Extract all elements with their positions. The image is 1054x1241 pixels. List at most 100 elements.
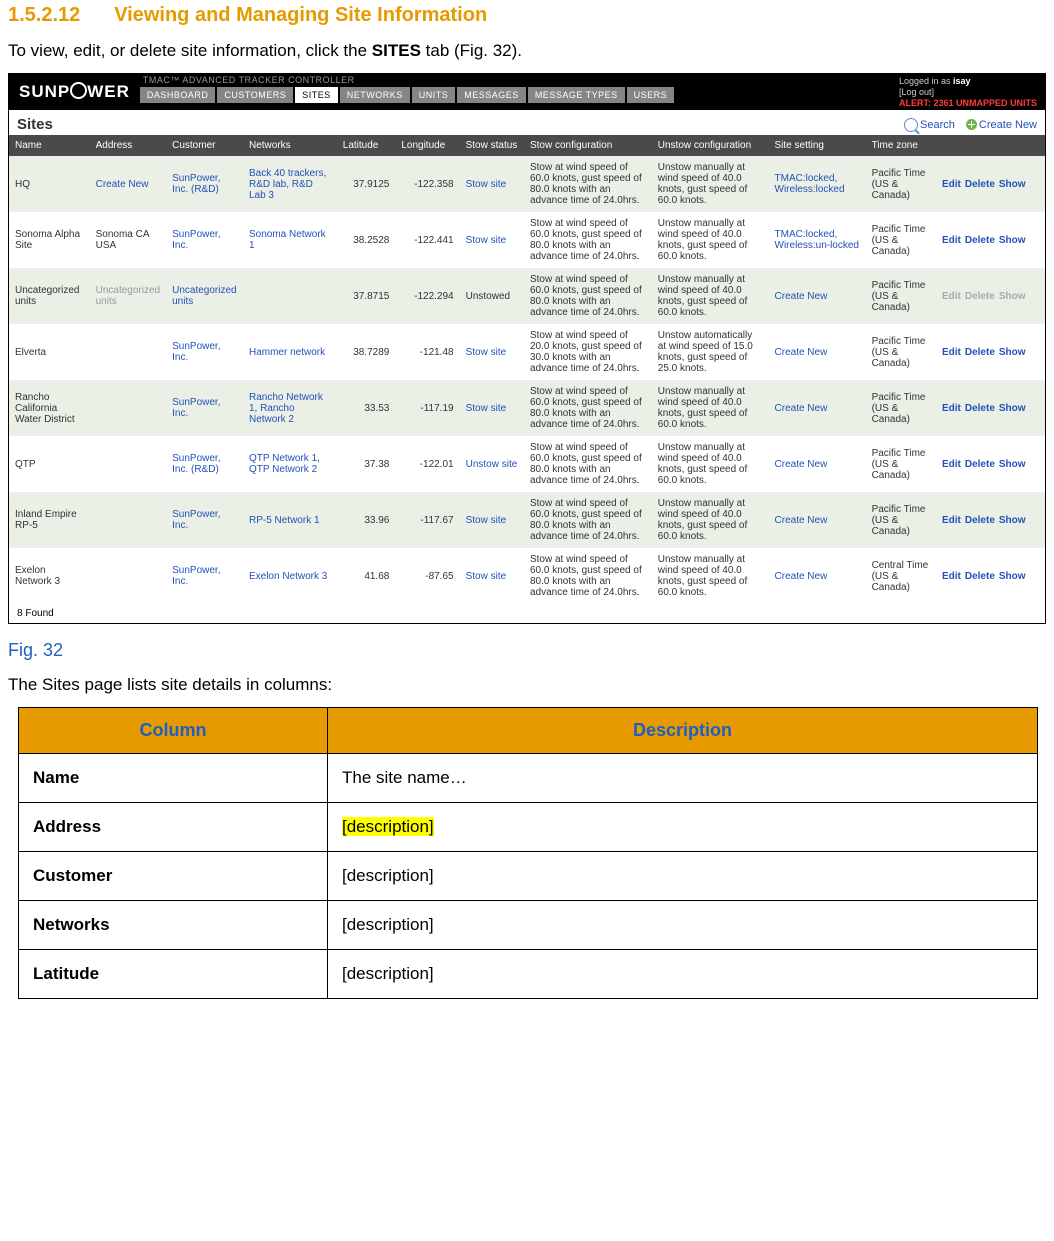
tab-messages[interactable]: MESSAGES bbox=[457, 87, 526, 103]
col-header[interactable]: Address bbox=[90, 135, 166, 156]
cell[interactable]: Create New bbox=[769, 492, 866, 548]
cell[interactable]: Create New bbox=[769, 380, 866, 436]
cell[interactable]: SunPower, Inc. bbox=[166, 324, 243, 380]
brand-logo: SUNPWER bbox=[9, 74, 140, 102]
show-button[interactable]: Show bbox=[999, 403, 1026, 414]
cell[interactable]: Back 40 trackers, R&D lab, R&D Lab 3 bbox=[243, 156, 337, 212]
desc-col-name: Customer bbox=[19, 852, 328, 901]
intro-paragraph: To view, edit, or delete site informatio… bbox=[8, 41, 1046, 61]
edit-button[interactable]: Edit bbox=[942, 347, 961, 358]
cell[interactable]: RP-5 Network 1 bbox=[243, 492, 337, 548]
edit-button[interactable]: Edit bbox=[942, 235, 961, 246]
cell[interactable]: Stow site bbox=[460, 380, 524, 436]
show-button[interactable]: Show bbox=[999, 571, 1026, 582]
edit-button[interactable]: Edit bbox=[942, 515, 961, 526]
col-header[interactable] bbox=[936, 135, 1045, 156]
table-header-row: NameAddressCustomerNetworksLatitudeLongi… bbox=[9, 135, 1045, 156]
cell[interactable]: Unstow site bbox=[460, 436, 524, 492]
delete-button[interactable]: Delete bbox=[965, 459, 995, 470]
cell[interactable]: SunPower, Inc. (R&D) bbox=[166, 436, 243, 492]
search-icon bbox=[904, 118, 918, 132]
tab-message-types[interactable]: MESSAGE TYPES bbox=[528, 87, 625, 103]
cell[interactable]: Create New bbox=[90, 156, 166, 212]
cell: 33.53 bbox=[337, 380, 396, 436]
cell[interactable]: Create New bbox=[769, 548, 866, 604]
tab-networks[interactable]: NETWORKS bbox=[340, 87, 410, 103]
col-header[interactable]: Longitude bbox=[395, 135, 459, 156]
cell[interactable]: Create New bbox=[769, 268, 866, 324]
edit-button[interactable]: Edit bbox=[942, 459, 961, 470]
sites-toolbar: Sites Search Create New bbox=[9, 110, 1045, 135]
delete-button[interactable]: Delete bbox=[965, 515, 995, 526]
alert-line[interactable]: ALERT: 2361 UNMAPPED UNITS bbox=[899, 98, 1037, 109]
cell[interactable]: Sonoma Network 1 bbox=[243, 212, 337, 268]
edit-button[interactable]: Edit bbox=[942, 403, 961, 414]
cell[interactable]: Stow site bbox=[460, 212, 524, 268]
logo-text-left: SUNP bbox=[19, 82, 70, 101]
cell[interactable]: SunPower, Inc. bbox=[166, 380, 243, 436]
show-button[interactable]: Show bbox=[999, 235, 1026, 246]
show-button[interactable]: Show bbox=[999, 515, 1026, 526]
col-header[interactable]: Time zone bbox=[866, 135, 936, 156]
cell[interactable]: SunPower, Inc. bbox=[166, 212, 243, 268]
tab-sites[interactable]: SITES bbox=[295, 87, 338, 103]
show-button[interactable]: Show bbox=[999, 347, 1026, 358]
cell[interactable]: Hammer network bbox=[243, 324, 337, 380]
edit-button[interactable]: Edit bbox=[942, 571, 961, 582]
col-header[interactable]: Unstow configuration bbox=[652, 135, 769, 156]
col-header[interactable]: Name bbox=[9, 135, 90, 156]
intro-pre: To view, edit, or delete site informatio… bbox=[8, 41, 372, 60]
show-button[interactable]: Show bbox=[999, 459, 1026, 470]
cell[interactable]: Create New bbox=[769, 324, 866, 380]
delete-button[interactable]: Delete bbox=[965, 179, 995, 190]
cell[interactable]: Stow site bbox=[460, 492, 524, 548]
cell: Pacific Time (US & Canada) bbox=[866, 268, 936, 324]
page-title: Sites bbox=[17, 116, 53, 133]
app-header: SUNPWER TMAC™ ADVANCED TRACKER CONTROLLE… bbox=[9, 74, 1045, 110]
cell[interactable] bbox=[243, 268, 337, 324]
cell bbox=[90, 380, 166, 436]
cell[interactable]: QTP Network 1, QTP Network 2 bbox=[243, 436, 337, 492]
col-header[interactable]: Stow configuration bbox=[524, 135, 652, 156]
cell[interactable]: Exelon Network 3 bbox=[243, 548, 337, 604]
tab-units[interactable]: UNITS bbox=[412, 87, 456, 103]
delete-button[interactable]: Delete bbox=[965, 347, 995, 358]
cell[interactable]: SunPower, Inc. (R&D) bbox=[166, 156, 243, 212]
screenshot-figure: SUNPWER TMAC™ ADVANCED TRACKER CONTROLLE… bbox=[8, 73, 1046, 624]
row-actions: Edit Delete Show bbox=[936, 324, 1045, 380]
col-header[interactable]: Latitude bbox=[337, 135, 396, 156]
desc-col-desc: The site name… bbox=[328, 754, 1038, 803]
tab-customers[interactable]: CUSTOMERS bbox=[217, 87, 293, 103]
cell[interactable]: TMAC:locked, Wireless:un-locked bbox=[769, 212, 866, 268]
col-header[interactable]: Customer bbox=[166, 135, 243, 156]
table-row: Uncategorized unitsUncategorized unitsUn… bbox=[9, 268, 1045, 324]
cell: Rancho California Water District bbox=[9, 380, 90, 436]
tab-dashboard[interactable]: DASHBOARD bbox=[140, 87, 216, 103]
col-header[interactable]: Site setting bbox=[769, 135, 866, 156]
edit-button[interactable]: Edit bbox=[942, 179, 961, 190]
create-new-link[interactable]: Create New bbox=[979, 118, 1037, 130]
desc-row: Networks[description] bbox=[19, 901, 1038, 950]
edit-button: Edit bbox=[942, 291, 961, 302]
cell: Stow at wind speed of 60.0 knots, gust s… bbox=[524, 436, 652, 492]
delete-button[interactable]: Delete bbox=[965, 571, 995, 582]
show-button[interactable]: Show bbox=[999, 179, 1026, 190]
delete-button[interactable]: Delete bbox=[965, 235, 995, 246]
cell[interactable]: Uncategorized units bbox=[166, 268, 243, 324]
cell[interactable]: Create New bbox=[769, 436, 866, 492]
cell[interactable]: Stow site bbox=[460, 548, 524, 604]
table-row: Inland Empire RP-5SunPower, Inc.RP-5 Net… bbox=[9, 492, 1045, 548]
cell[interactable]: SunPower, Inc. bbox=[166, 492, 243, 548]
search-link[interactable]: Search bbox=[920, 118, 955, 130]
tab-users[interactable]: USERS bbox=[627, 87, 675, 103]
col-header[interactable]: Stow status bbox=[460, 135, 524, 156]
col-header[interactable]: Networks bbox=[243, 135, 337, 156]
cell[interactable]: Stow site bbox=[460, 324, 524, 380]
cell[interactable]: Stow site bbox=[460, 156, 524, 212]
cell: Pacific Time (US & Canada) bbox=[866, 212, 936, 268]
cell[interactable]: Rancho Network 1, Rancho Network 2 bbox=[243, 380, 337, 436]
delete-button[interactable]: Delete bbox=[965, 403, 995, 414]
cell[interactable]: SunPower, Inc. bbox=[166, 548, 243, 604]
cell[interactable]: TMAC:locked, Wireless:locked bbox=[769, 156, 866, 212]
logout-link[interactable]: [Log out] bbox=[899, 87, 1037, 98]
